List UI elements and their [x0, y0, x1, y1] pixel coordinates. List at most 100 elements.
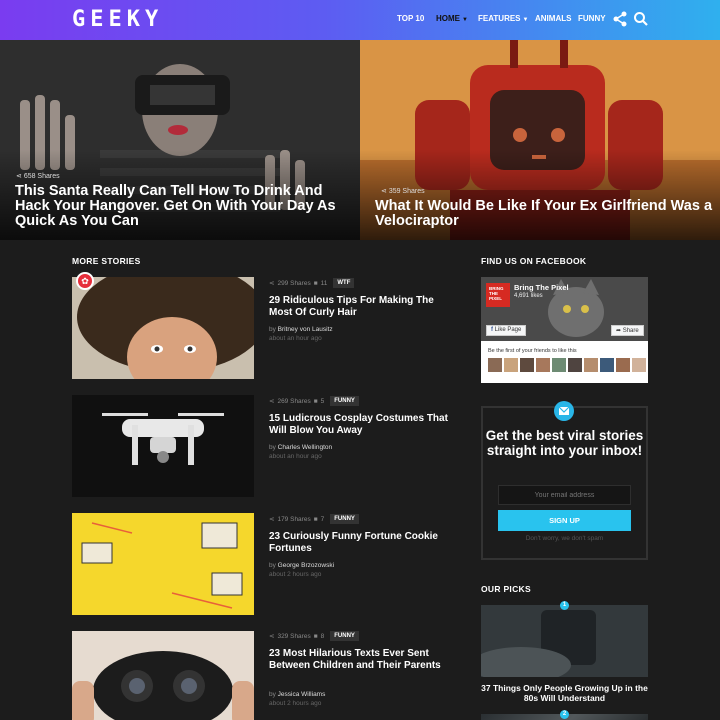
author-link[interactable]: George Brzozowski: [278, 562, 334, 569]
nav-home[interactable]: HOME ▼: [436, 14, 468, 23]
like-label: Like Page: [494, 327, 522, 333]
story-image: [72, 513, 254, 615]
hero-shares: ⋖ 359 Shares: [381, 188, 425, 195]
story-title[interactable]: 15 Ludicrous Cosplay Costumes That Will …: [269, 413, 454, 437]
comment-count: 5: [320, 397, 325, 405]
friend-avatar[interactable]: [520, 358, 534, 372]
page-likes: 4,691 likes: [514, 293, 543, 299]
share-icon: ⋖: [269, 280, 275, 287]
story-byline: by George Brzozowski: [269, 562, 335, 569]
like-page-button[interactable]: f Like Page: [486, 325, 527, 336]
friend-avatar[interactable]: [552, 358, 566, 372]
friend-avatar[interactable]: [488, 358, 502, 372]
comment-icon: ■: [313, 397, 318, 405]
story-thumbnail[interactable]: [72, 277, 254, 379]
story-meta: ⋖ 299 Shares ■ 11 WTF: [269, 278, 355, 288]
friend-avatar[interactable]: [584, 358, 598, 372]
story-byline: by Charles Wellington: [269, 444, 333, 451]
category-tag[interactable]: FUNNY: [330, 631, 359, 641]
email-field[interactable]: [498, 485, 631, 505]
page-logo-text: BRING THE PIXEL: [489, 286, 504, 301]
section-title: OUR PICKS: [481, 584, 531, 594]
story-thumbnail[interactable]: [72, 513, 254, 615]
friend-avatar[interactable]: [568, 358, 582, 372]
story-time: about an hour ago: [269, 453, 322, 460]
friend-avatar[interactable]: [600, 358, 614, 372]
friend-avatar[interactable]: [632, 358, 646, 372]
chevron-down-icon: ▼: [462, 17, 468, 23]
share-arrow-icon: ➦: [616, 328, 622, 334]
story-title[interactable]: 23 Most Hilarious Texts Ever Sent Betwee…: [269, 648, 454, 672]
search-icon[interactable]: [633, 11, 649, 27]
nav-home-label: HOME: [436, 14, 460, 23]
page-logo[interactable]: BRING THE PIXEL: [486, 283, 510, 307]
site-header: GEEKY TOP 10 HOME ▼ FEATURES ▼ ANIMALS FUN…: [0, 0, 720, 40]
author-link[interactable]: Charles Wellington: [278, 444, 332, 451]
friend-avatar[interactable]: [504, 358, 518, 372]
share-icon: ⋖: [269, 633, 275, 640]
nav-funny[interactable]: FUNNY: [578, 14, 606, 23]
share-label: Share: [622, 328, 639, 334]
story-image: [72, 277, 254, 379]
friends-text: Be the first of your friends to like thi…: [488, 348, 577, 354]
category-tag[interactable]: FUNNY: [330, 396, 359, 406]
shares-count: 329 Shares: [277, 632, 311, 640]
share-icon[interactable]: [612, 11, 628, 27]
shares-count: 299 Shares: [277, 279, 311, 287]
facebook-icon: f: [491, 327, 493, 333]
friend-avatar[interactable]: [536, 358, 550, 372]
nav-features-label: FEATURES: [478, 14, 521, 23]
shares-count: 269 Shares: [277, 397, 311, 405]
story-time: about 2 hours ago: [269, 571, 322, 578]
author-link[interactable]: Jessica Williams: [278, 691, 326, 698]
category-tag[interactable]: WTF: [333, 278, 355, 288]
story-image: [72, 631, 254, 720]
chevron-down-icon: ▼: [522, 17, 529, 23]
site-logo[interactable]: GEEKY: [72, 7, 163, 32]
pick-rank: 1: [560, 601, 569, 610]
page-name[interactable]: Bring The Pixel: [514, 283, 569, 292]
author-link[interactable]: Britney von Lausitz: [278, 326, 333, 333]
story-image: [72, 395, 254, 497]
sign-up-button[interactable]: SIGN UP: [498, 510, 631, 531]
story-meta: ⋖ 179 Shares ■ 7 FUNNY: [269, 514, 359, 524]
newsletter-note: Don't worry, we don't spam: [525, 535, 604, 542]
share-icon: ⋖: [269, 516, 275, 523]
shares-count: 359 Shares: [388, 188, 425, 195]
facebook-widget: BRING THE PIXEL Bring The Pixel 4,691 li…: [481, 277, 648, 383]
story-time: about 2 hours ago: [269, 700, 322, 707]
nav-top10[interactable]: TOP 10: [397, 14, 424, 23]
story-title[interactable]: 29 Ridiculous Tips For Making The Most O…: [269, 295, 454, 319]
friend-avatar[interactable]: [616, 358, 630, 372]
story-title[interactable]: 23 Curiously Funny Fortune Cookie Fortun…: [269, 531, 454, 555]
pick-rank: 2: [560, 710, 569, 719]
hot-badge-icon: ✿: [76, 272, 94, 290]
story-byline: by Britney von Lausitz: [269, 326, 333, 333]
story-time: about an hour ago: [269, 335, 322, 342]
story-thumbnail[interactable]: [72, 395, 254, 497]
comment-icon: ■: [313, 515, 318, 523]
section-title: MORE STORIES: [72, 256, 141, 266]
newsletter-title: Get the best viral stories straight into…: [485, 428, 644, 458]
shares-count: 658 Shares: [23, 173, 60, 180]
section-title: FIND US ON FACEBOOK: [481, 256, 587, 266]
shares-count: 179 Shares: [277, 515, 311, 523]
hero-title[interactable]: This Santa Really Can Tell How To Drink …: [15, 184, 345, 229]
story-thumbnail[interactable]: [72, 631, 254, 720]
nav-features[interactable]: FEATURES ▼: [478, 14, 528, 23]
share-button[interactable]: ➦ Share: [611, 325, 644, 336]
pick-title[interactable]: 37 Things Only People Growing Up in the …: [481, 683, 648, 703]
story-byline: by Jessica Williams: [269, 691, 326, 698]
comment-icon: ■: [313, 632, 318, 640]
comment-count: 7: [320, 515, 325, 523]
share-icon: ⋖: [269, 398, 275, 405]
hero-title[interactable]: What It Would Be Like If Your Ex Girlfri…: [375, 199, 715, 229]
nav-animals[interactable]: ANIMALS: [535, 14, 571, 23]
comment-count: 11: [320, 279, 328, 287]
story-meta: ⋖ 329 Shares ■ 8 FUNNY: [269, 631, 359, 641]
mail-icon: [554, 401, 574, 421]
comment-count: 8: [320, 632, 325, 640]
hero-shares: ⋖ 658 Shares: [16, 173, 60, 180]
pick-thumbnail[interactable]: [481, 605, 648, 677]
category-tag[interactable]: FUNNY: [330, 514, 359, 524]
